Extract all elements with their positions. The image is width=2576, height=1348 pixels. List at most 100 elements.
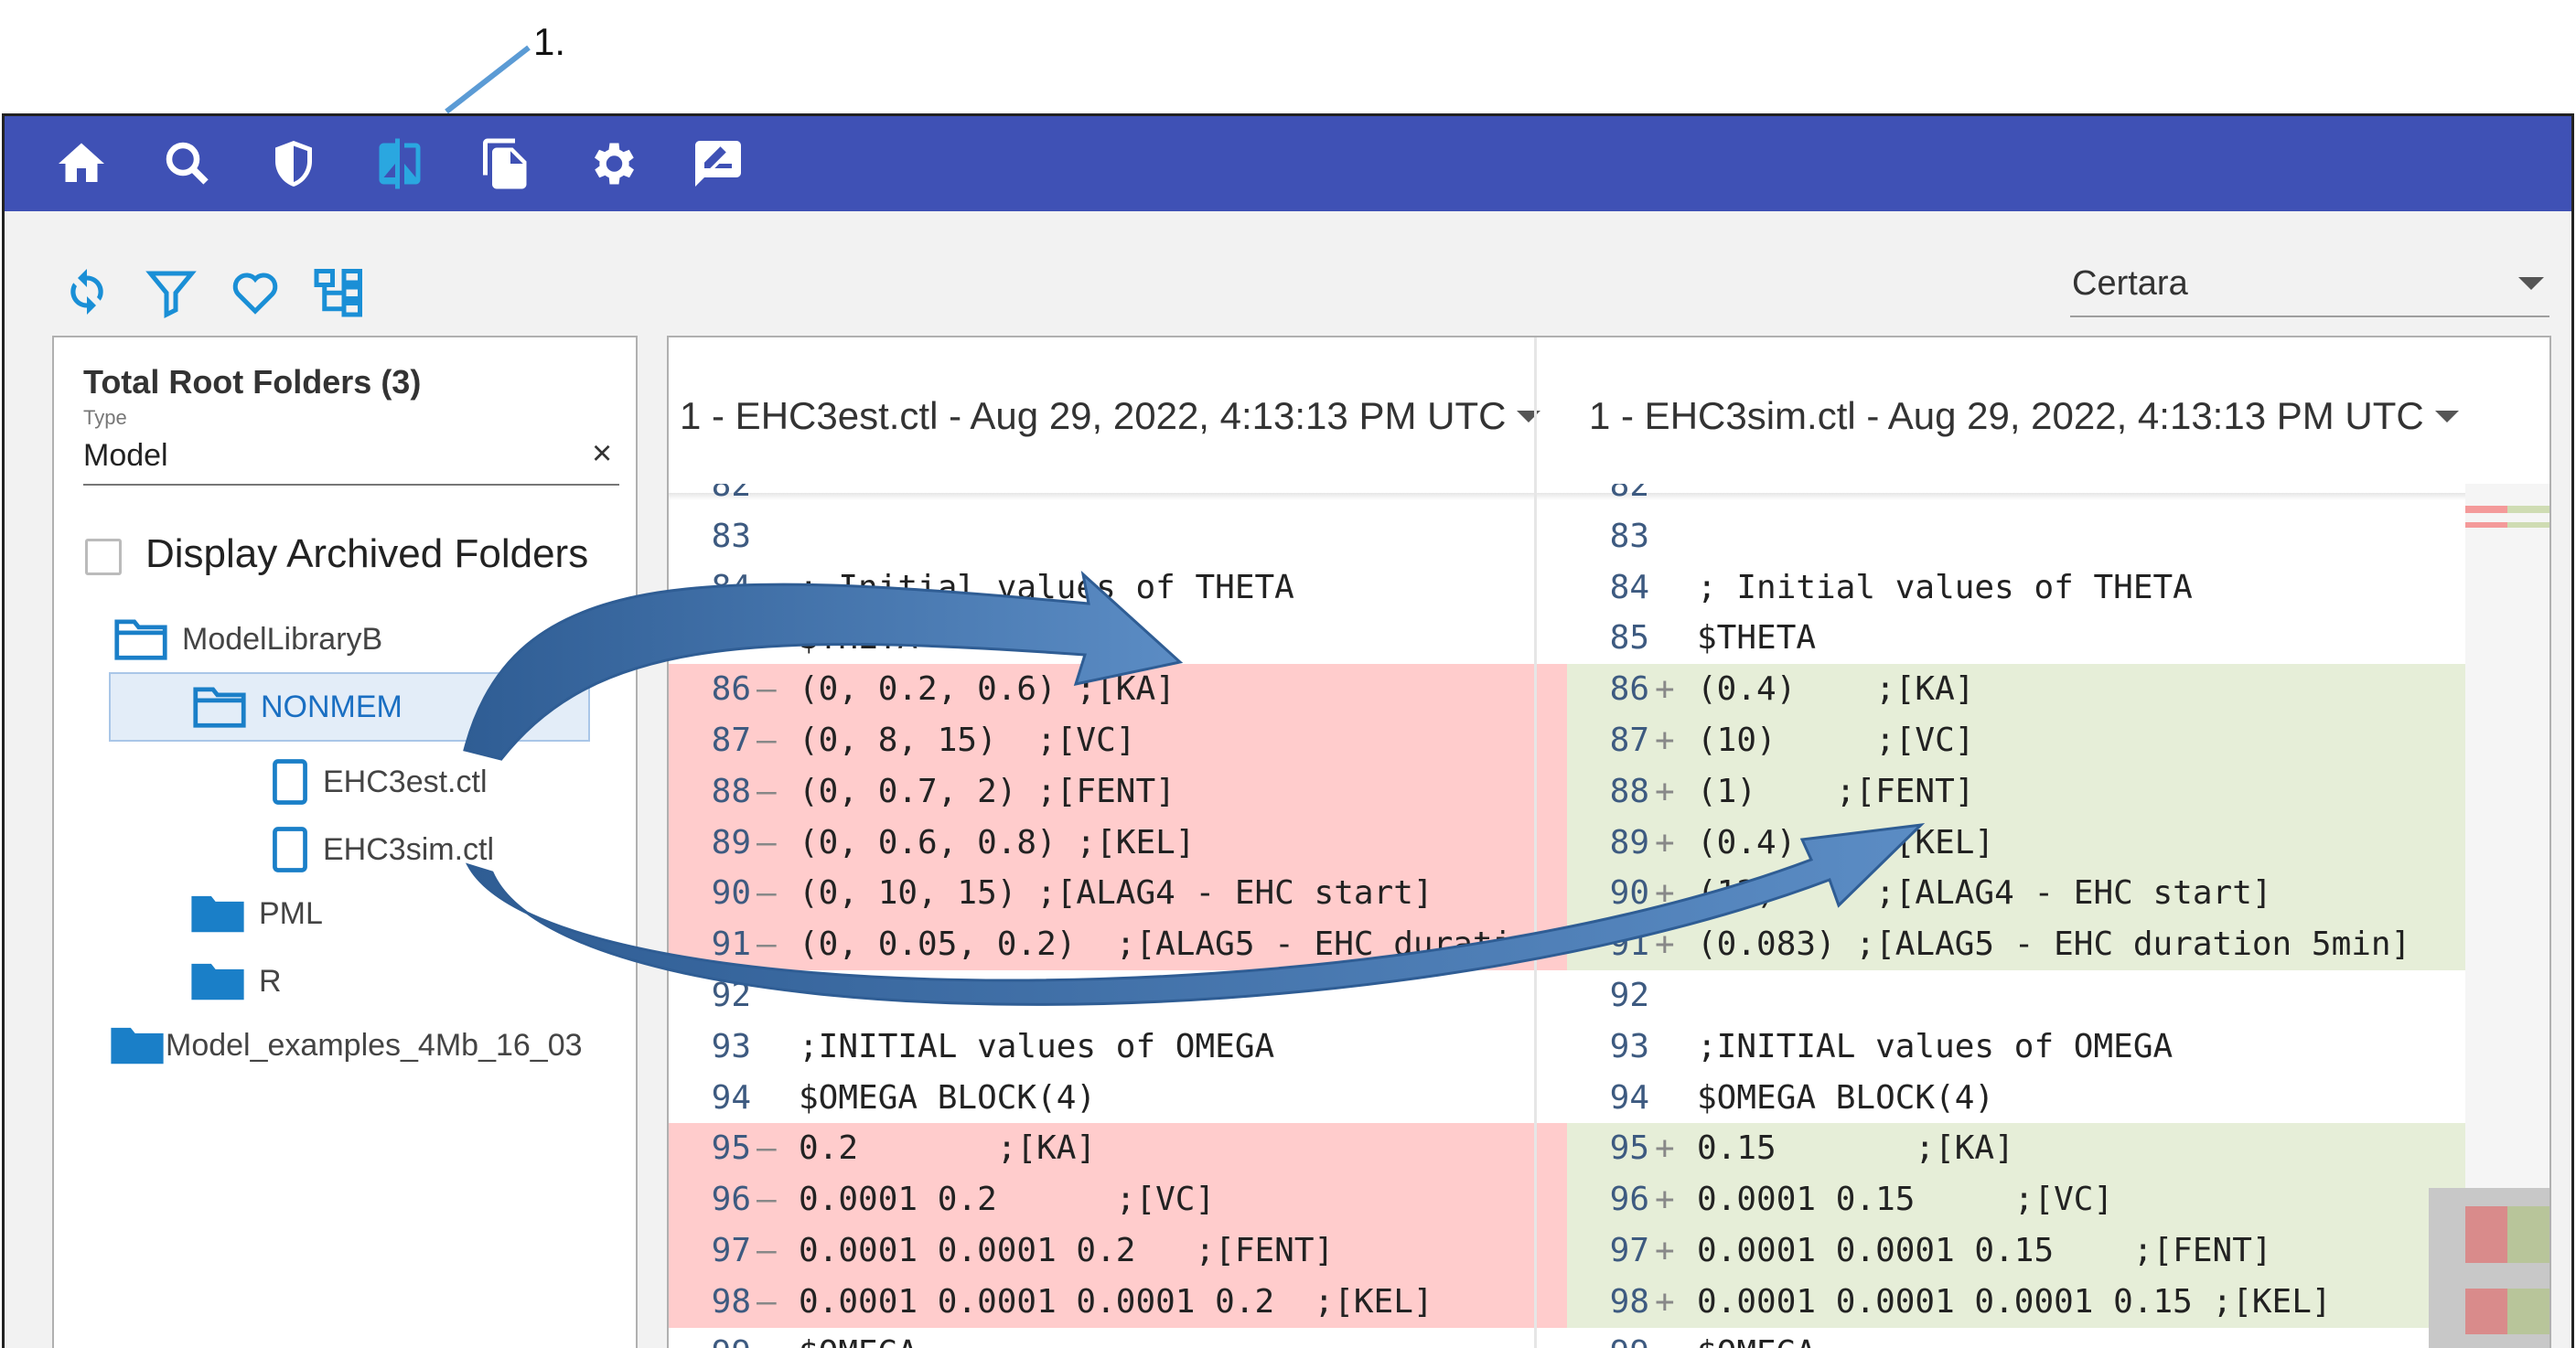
home-icon[interactable]	[54, 136, 109, 191]
file-icon	[273, 827, 307, 872]
code-line: 82	[669, 484, 1571, 511]
organization-select-value: Certara	[2072, 264, 2188, 303]
code-text: 0.0001 0.0001 0.15 ;[FENT]	[1697, 1232, 2272, 1269]
line-number: 88	[1609, 772, 1649, 810]
code-line: 83	[1567, 511, 2469, 562]
shield-icon[interactable]	[266, 136, 321, 191]
compare-icon[interactable]	[372, 136, 427, 191]
folder-open-icon	[193, 687, 246, 728]
diff-marker: —	[757, 772, 777, 810]
tree-folder-pml[interactable]: PML	[189, 892, 323, 936]
line-number: 87	[711, 722, 751, 759]
diff-marker: +	[1655, 1282, 1675, 1321]
code-line: 84 ; Initial values of THETA	[1567, 562, 2469, 614]
right-file-select[interactable]: 1 - EHC3sim.ctl - Aug 29, 2022, 4:13:13 …	[1589, 394, 2459, 438]
overview-del-mark	[2465, 522, 2507, 528]
overview-del-mark	[2465, 1206, 2507, 1263]
diff-marker: —	[757, 823, 777, 861]
code-line: 85 $THETA	[669, 613, 1571, 664]
filter-icon[interactable]	[144, 262, 199, 321]
code-line: 94 $OMEGA BLOCK(4)	[1567, 1073, 2469, 1124]
code-text: (10) ;[VC]	[1697, 722, 1975, 759]
line-number: 90	[711, 874, 751, 913]
line-number: 91	[1609, 925, 1649, 964]
line-number: 98	[1609, 1282, 1649, 1321]
overview-add-mark	[2507, 522, 2549, 528]
code-text: (0, 0.7, 2) ;[FENT]	[799, 772, 1175, 810]
code-line: 95— 0.2 ;[KA]	[669, 1123, 1571, 1175]
compare-panel: 1 - EHC3est.ctl - Aug 29, 2022, 4:13:13 …	[667, 336, 2551, 1348]
heart-icon[interactable]	[228, 262, 283, 321]
tree-folder-r[interactable]: R	[189, 959, 282, 1003]
tree-folder-nonmem[interactable]: NONMEM	[109, 672, 590, 742]
line-number: 87	[1609, 722, 1649, 759]
line-number: 82	[1609, 484, 1649, 504]
diff-marker: +	[1655, 1232, 1675, 1269]
line-number: 92	[711, 977, 751, 1014]
search-icon[interactable]	[160, 136, 215, 191]
code-line: 88 + (1) ;[FENT]	[1567, 765, 2469, 818]
type-field-value[interactable]: Model	[83, 438, 168, 474]
code-text: 0.0001 0.0001 0.0001 0.2 ;[KEL]	[799, 1282, 1433, 1321]
right-file-label: 1 - EHC3sim.ctl - Aug 29, 2022, 4:13:13 …	[1589, 394, 2424, 437]
line-number: 92	[1609, 977, 1649, 1014]
line-number: 86	[1609, 670, 1649, 709]
code-text: (0.4) ;[KA]	[1697, 670, 1975, 709]
organization-select[interactable]: Certara	[2070, 253, 2549, 317]
tree-item-label: ModelLibraryB	[182, 621, 383, 657]
line-number: 89	[711, 823, 751, 861]
tree-folder-modellibraryb[interactable]: ModelLibraryB	[113, 617, 382, 661]
screenshot-root: 1. Certara Total Root Folders (3) Type M…	[0, 0, 2576, 1348]
line-number: 99	[669, 1328, 751, 1348]
left-file-select[interactable]: 1 - EHC3est.ctl - Aug 29, 2022, 4:13:13 …	[680, 394, 1541, 438]
folder-icon	[191, 895, 244, 933]
tree-file-ehc3sim[interactable]: EHC3sim.ctl	[270, 826, 494, 873]
chevron-down-icon	[2518, 277, 2544, 290]
diff-marker: —	[757, 1181, 777, 1219]
overview-add-mark	[2507, 1289, 2549, 1334]
diff-overview-ruler[interactable]	[2429, 484, 2549, 1348]
code-text: 0.2 ;[KA]	[799, 1129, 1097, 1168]
code-text: 0.0001 0.0001 0.0001 0.15 ;[KEL]	[1697, 1282, 2332, 1321]
diff-marker: —	[757, 670, 777, 709]
tree-item-label: Model_examples_4Mb_16_03	[166, 1027, 583, 1063]
code-text: $OMEGA	[799, 1328, 918, 1348]
diff-marker: —	[757, 1129, 777, 1168]
copy-icon[interactable]	[478, 136, 533, 191]
code-line: 92	[1567, 970, 2469, 1022]
overview-add-mark	[2507, 1206, 2549, 1263]
line-number: 98	[711, 1282, 751, 1321]
refresh-icon[interactable]	[59, 262, 114, 321]
code-line: 84 ; Initial values of THETA	[669, 562, 1571, 614]
code-line: 87— (0, 8, 15) ;[VC]	[669, 715, 1571, 766]
diff-marker: —	[757, 874, 777, 913]
code-line: 98 +0.0001 0.0001 0.0001 0.15 ;[KEL]	[1567, 1276, 2469, 1328]
code-line: 86— (0, 0.2, 0.6) ;[KA]	[669, 664, 1571, 716]
line-number: 84	[1609, 568, 1649, 606]
code-line: 91— (0, 0.05, 0.2) ;[ALAG5 - EHC durati	[669, 919, 1571, 971]
edit-icon[interactable]	[691, 136, 746, 191]
tree-item-label: NONMEM	[261, 689, 402, 724]
code-line: 93 ;INITIAL values of OMEGA	[669, 1022, 1571, 1073]
code-line: 96 +0.0001 0.15 ;[VC]	[1567, 1174, 2469, 1226]
tree-folder-model-examples[interactable]: Model_examples_4Mb_16_03	[109, 1023, 583, 1067]
hierarchy-icon[interactable]	[312, 262, 367, 321]
code-line: 90— (0, 10, 15) ;[ALAG4 - EHC start]	[669, 868, 1571, 920]
line-number: 94	[1609, 1078, 1649, 1117]
display-archived-checkbox[interactable]	[85, 539, 122, 575]
clear-type-icon[interactable]: ×	[592, 434, 612, 474]
code-text: ; Initial values of THETA	[799, 568, 1294, 606]
tree-file-ehc3est[interactable]: EHC3est.ctl	[270, 758, 488, 806]
folder-open-icon	[114, 619, 167, 660]
pane-divider[interactable]	[1534, 337, 1537, 1348]
diff-marker: +	[1655, 670, 1675, 709]
code-text: (12) ;[ALAG4 - EHC start]	[1697, 874, 2272, 913]
gear-icon[interactable]	[585, 136, 639, 191]
line-number: 85	[711, 619, 751, 658]
right-code-pane[interactable]: 82 83 84; Initial values of THETA 85 $THETA 8…	[1567, 484, 2469, 1348]
diff-marker: —	[757, 1282, 777, 1321]
line-number: 85	[1609, 619, 1649, 658]
file-icon	[273, 759, 307, 805]
left-code-pane[interactable]: 82 83 84; Initial values of THETA 85 $THETA 8…	[669, 484, 1571, 1348]
code-line: 91 + (0.083) ;[ALAG5 - EHC duration 5min]	[1567, 919, 2469, 971]
